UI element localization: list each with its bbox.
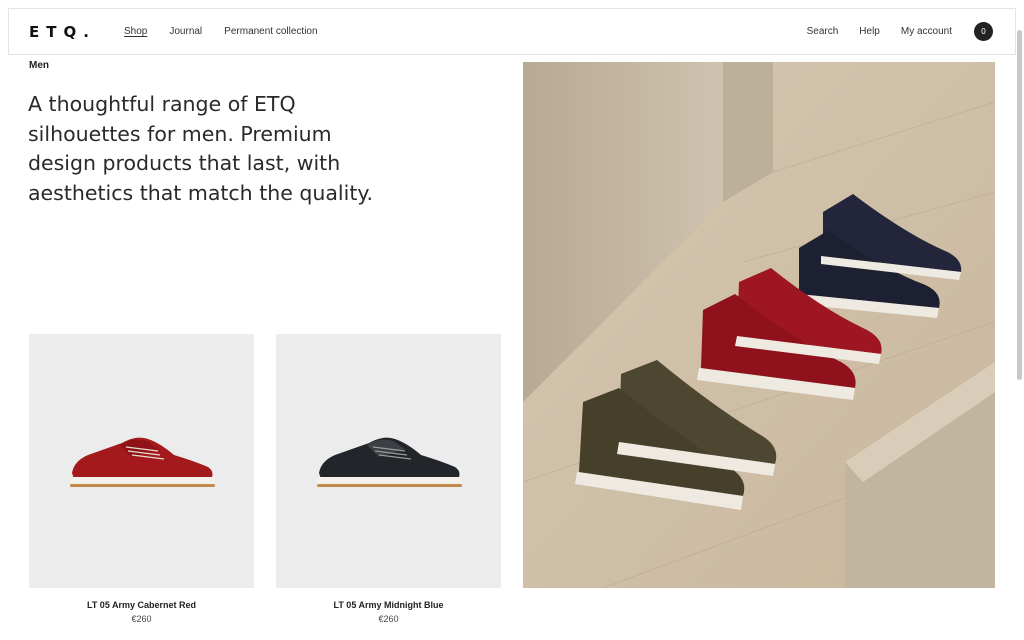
search-link[interactable]: Search — [807, 26, 839, 37]
page: ETQ. Shop Journal Permanent collection S… — [0, 0, 1024, 640]
etq-logo[interactable]: ETQ. — [29, 23, 124, 41]
sneakers-on-stone-photo — [523, 62, 995, 588]
product-price: €260 — [131, 614, 152, 624]
product-card[interactable]: LT 05 Army Cabernet Red €260 — [29, 334, 254, 624]
cart-count-badge[interactable]: 0 — [974, 22, 993, 41]
sneaker-red-icon — [69, 437, 215, 487]
nav-shop-link[interactable]: Shop — [124, 26, 147, 37]
product-image[interactable] — [276, 334, 501, 588]
page-scrollbar[interactable] — [1017, 30, 1022, 380]
product-card[interactable]: LT 05 Army Midnight Blue €260 — [276, 334, 501, 624]
product-price: €260 — [378, 614, 399, 624]
product-name[interactable]: LT 05 Army Cabernet Red — [29, 600, 254, 610]
nav-permanent-collection-link[interactable]: Permanent collection — [224, 26, 317, 37]
hero-image[interactable] — [523, 62, 995, 588]
site-header: ETQ. Shop Journal Permanent collection S… — [8, 8, 1016, 55]
help-link[interactable]: Help — [859, 26, 880, 37]
utility-nav: Search Help My account 0 — [807, 22, 993, 41]
main-nav: Shop Journal Permanent collection — [124, 26, 318, 37]
product-name[interactable]: LT 05 Army Midnight Blue — [276, 600, 501, 610]
category-intro: A thoughtful range of ETQ silhouettes fo… — [28, 92, 374, 205]
category-title: Men — [29, 60, 49, 71]
sneaker-dark-icon — [316, 437, 462, 487]
nav-journal-link[interactable]: Journal — [169, 26, 202, 37]
my-account-link[interactable]: My account — [901, 26, 952, 37]
product-image[interactable] — [29, 334, 254, 588]
